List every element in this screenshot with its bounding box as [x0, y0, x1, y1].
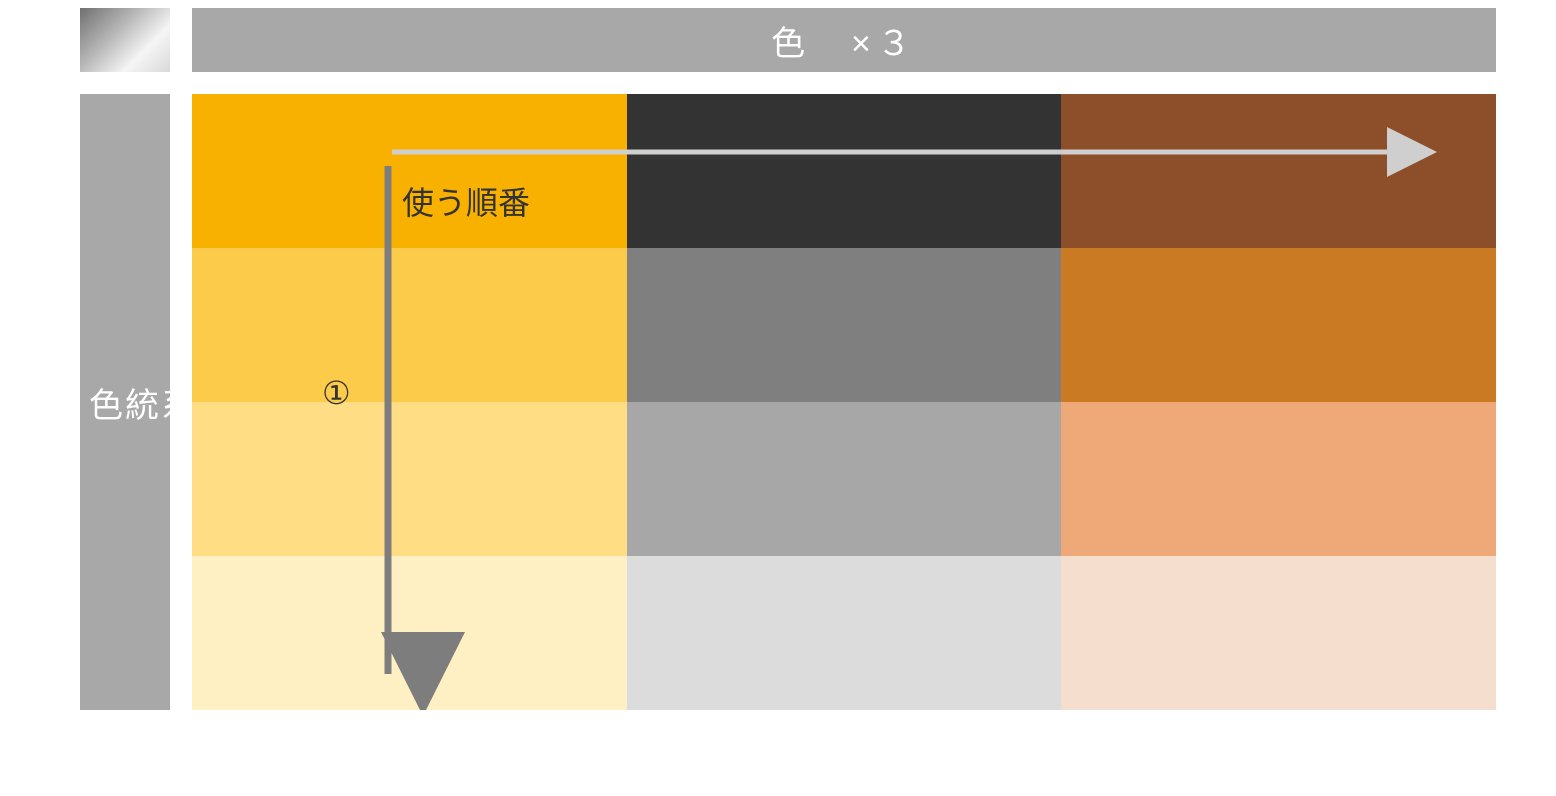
color-grid: 使う順番 ① ② — [192, 94, 1496, 710]
sidebar-char-1: 統 — [125, 378, 161, 427]
color-cell-r3-c0 — [192, 556, 627, 710]
sidebar-char-3: ×４ — [53, 358, 89, 446]
color-cell-r2-c0 — [192, 402, 627, 556]
main-row: 系 統 色 ×４ 使う順番 ① ② — [80, 94, 1496, 710]
color-cell-r0-c0 — [192, 94, 627, 248]
side-bar: 系 統 色 ×４ — [80, 94, 170, 710]
color-cell-r0-c2 — [1061, 94, 1496, 248]
color-cell-r1-c0 — [192, 248, 627, 402]
sidebar-char-2: 色 — [89, 378, 125, 427]
color-cell-r1-c1 — [627, 248, 1062, 402]
color-cell-r3-c1 — [627, 556, 1062, 710]
color-cell-r1-c2 — [1061, 248, 1496, 402]
color-cell-r2-c1 — [627, 402, 1062, 556]
color-cell-r3-c2 — [1061, 556, 1496, 710]
top-row: 色 ×３ — [80, 8, 1496, 72]
use-order-label: 使う順番 — [402, 178, 530, 224]
corner-gradient-swatch — [80, 8, 170, 72]
direction-secondary-label: ② — [802, 154, 831, 192]
color-cell-r0-c1 — [627, 94, 1062, 248]
direction-primary-label: ① — [322, 374, 351, 412]
header-label: 色 ×３ — [771, 16, 917, 65]
header-bar: 色 ×３ — [192, 8, 1496, 72]
diagram-root: 色 ×３ 系 統 色 ×４ — [80, 8, 1496, 710]
color-cell-r2-c2 — [1061, 402, 1496, 556]
